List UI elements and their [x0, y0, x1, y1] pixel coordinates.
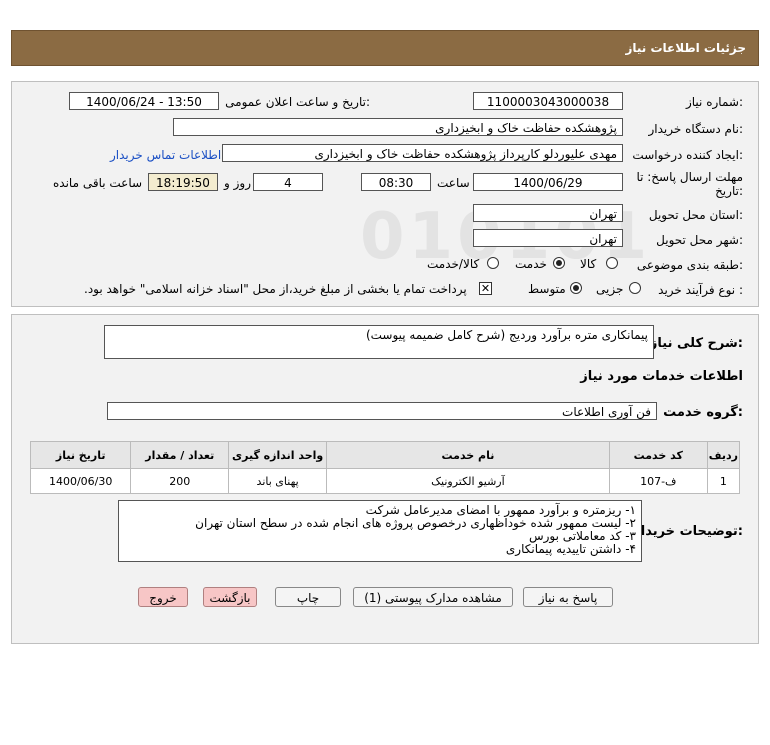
category-service-label: خدمت — [515, 257, 547, 271]
services-section-title: اطلاعات خدمات مورد نیاز — [580, 369, 743, 384]
col-service-code: کد خدمت — [608, 441, 708, 469]
category-goods-radio[interactable] — [606, 257, 618, 269]
col-row: ردیف — [706, 441, 741, 469]
announce-label: تاریخ و ساعت اعلان عمومی: — [225, 95, 370, 109]
days-label: روز و — [224, 176, 251, 190]
description-label: شرح کلی نیاز: — [649, 336, 743, 351]
category-goods-service-radio[interactable] — [487, 257, 499, 269]
cell-service-name: آرشیو الکترونیک — [326, 468, 610, 494]
buyer-note-line: ۴- داشتن تاییدیه پیمانکاری — [505, 542, 636, 556]
reply-button[interactable]: پاسخ به نیاز — [523, 587, 613, 607]
need-info-panel — [11, 81, 759, 307]
buyer-org-field: پژوهشکده حفاظت خاک و ابخیزداری — [173, 118, 623, 136]
process-label: نوع فرآیند خرید : — [658, 283, 743, 297]
service-group-label: گروه خدمت: — [663, 405, 743, 420]
need-number-field: 1100003043000038 — [473, 92, 623, 110]
buyer-notes-label: توضیحات خریدار: — [633, 524, 743, 539]
col-service-name: نام خدمت — [326, 441, 610, 469]
process-medium-label: متوسط — [528, 282, 566, 296]
cell-need-date: 1400/06/30 — [29, 468, 132, 494]
buyer-notes-box: ۱- ریزمتره و برآورد ممهور با امضای مدیرع… — [118, 500, 642, 562]
province-field: تهران — [473, 204, 623, 222]
treasury-payment-checkbox[interactable]: ✕ — [479, 282, 492, 295]
buyer-org-label: نام دستگاه خریدار: — [648, 122, 744, 136]
announce-field: 1400/06/24 - 13:50 — [69, 92, 219, 110]
page-header: جزئیات اطلاعات نیاز — [11, 30, 759, 66]
page-title: جزئیات اطلاعات نیاز — [625, 41, 746, 55]
process-minor-radio[interactable] — [629, 282, 641, 294]
city-field: تهران — [473, 229, 623, 247]
category-service-radio[interactable] — [553, 257, 565, 269]
city-label: شهر محل تحویل: — [656, 233, 743, 247]
remaining-time-field: 18:19:50 — [148, 173, 218, 191]
process-medium-radio[interactable] — [570, 282, 582, 294]
deadline-label: مهلت ارسال پاسخ: تا — [636, 170, 743, 184]
service-group-field: فن آوری اطلاعات — [107, 402, 657, 420]
cell-service-code: ف-107 — [608, 468, 708, 494]
days-field: 4 — [253, 173, 323, 191]
deadline-time-label: ساعت — [437, 176, 470, 190]
services-table: تاریخ نیاز تعداد / مقدار واحد اندازه گیر… — [29, 441, 741, 494]
col-quantity: تعداد / مقدار — [130, 441, 230, 469]
deadline-time-field: 08:30 — [361, 173, 431, 191]
remaining-label: ساعت باقی مانده — [53, 176, 143, 190]
category-goods-service-label: کالا/خدمت — [427, 257, 480, 271]
requester-label: ایجاد کننده درخواست: — [632, 148, 743, 162]
category-goods-label: کالا — [580, 257, 597, 271]
deadline-date-field: 1400/06/29 — [473, 173, 623, 191]
exit-button[interactable]: خروج — [138, 587, 188, 607]
view-attachments-button[interactable]: مشاهده مدارک پیوستی (1) — [353, 587, 513, 607]
col-unit: واحد اندازه گیری — [228, 441, 328, 469]
contact-buyer-link[interactable]: اطلاعات تماس خریدار — [110, 148, 221, 162]
services-table-header: تاریخ نیاز تعداد / مقدار واحد اندازه گیر… — [29, 441, 741, 469]
province-label: استان محل تحویل: — [648, 208, 743, 222]
cell-unit: پهنای باند — [228, 468, 328, 494]
description-field: پیمانکاری متره برآورد وردیج (شرح کامل ضم… — [104, 325, 654, 359]
print-button[interactable]: چاپ — [275, 587, 341, 607]
treasury-payment-note: پرداخت تمام یا بخشی از مبلغ خرید،از محل … — [84, 282, 467, 296]
process-minor-label: جزیی — [596, 282, 624, 296]
table-row: 1400/06/30 200 پهنای باند آرشیو الکترونی… — [29, 468, 741, 494]
cell-quantity: 200 — [130, 468, 230, 494]
category-label: طبقه بندی موضوعی: — [636, 258, 743, 272]
cell-row: 1 — [706, 468, 741, 494]
need-number-label: شماره نیاز: — [685, 95, 743, 109]
back-button[interactable]: بازگشت — [203, 587, 257, 607]
requester-field: مهدی علیوردلو کارپرداز پژوهشکده حفاظت خا… — [222, 144, 623, 162]
col-need-date: تاریخ نیاز — [29, 441, 132, 469]
deadline-date-label: تاریخ: — [715, 184, 743, 198]
